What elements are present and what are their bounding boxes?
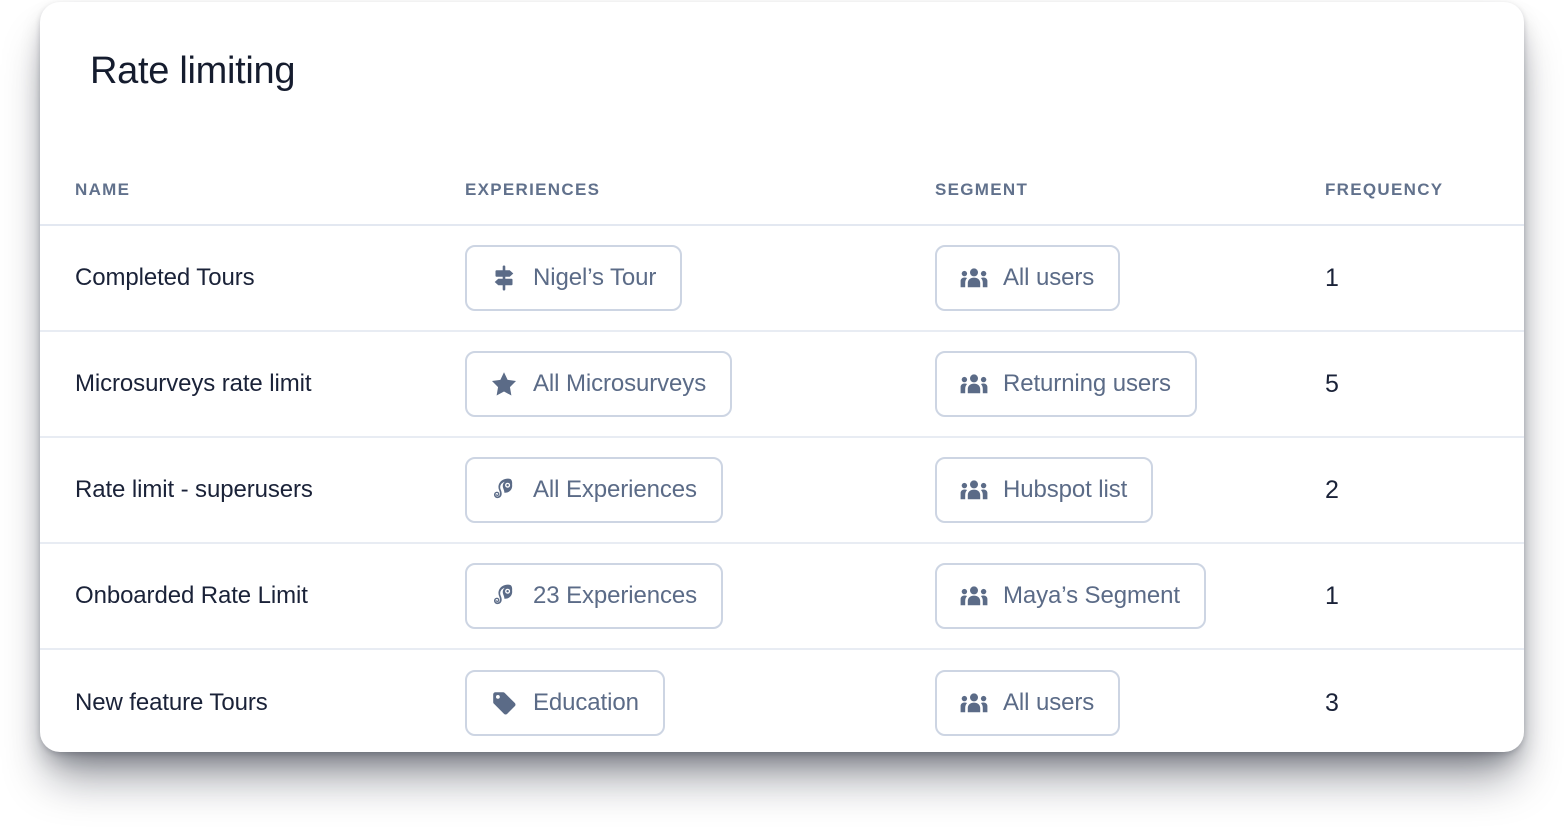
cell-segment: Hubspot list xyxy=(935,457,1325,523)
users-group-icon xyxy=(959,369,989,399)
experience-pill[interactable]: All Experiences xyxy=(465,457,723,523)
cell-experiences: All Experiences xyxy=(465,457,935,523)
cell-frequency: 1 xyxy=(1325,582,1524,611)
experience-pill[interactable]: Nigel’s Tour xyxy=(465,245,683,311)
cell-segment: All users xyxy=(935,245,1325,311)
frequency-value: 3 xyxy=(1325,688,1339,717)
segment-pill[interactable]: All users xyxy=(935,245,1121,311)
experience-pill-label: 23 Experiences xyxy=(533,582,698,609)
experience-pill[interactable]: Education xyxy=(465,670,665,736)
signpost-icon xyxy=(489,263,519,293)
experience-pill-label: Education xyxy=(533,689,639,716)
page-title: Rate limiting xyxy=(90,50,296,92)
table-row[interactable]: New feature Tours Education All users 3 xyxy=(40,650,1524,752)
cell-frequency: 3 xyxy=(1325,689,1524,718)
column-header-segment: SEGMENT xyxy=(935,180,1029,199)
users-group-icon xyxy=(959,263,989,293)
segment-pill[interactable]: Returning users xyxy=(935,351,1197,417)
column-header-experiences: EXPERIENCES xyxy=(465,180,601,199)
cell-name: Microsurveys rate limit xyxy=(75,370,465,398)
column-header-frequency: FREQUENCY xyxy=(1325,180,1444,199)
frequency-value: 1 xyxy=(1325,263,1339,292)
rule-name: Rate limit - superusers xyxy=(75,476,313,503)
segment-pill-label: Hubspot list xyxy=(1003,476,1128,503)
chameleon-icon xyxy=(489,475,519,505)
segment-pill-label: All users xyxy=(1003,264,1095,291)
rule-name: Onboarded Rate Limit xyxy=(75,582,308,609)
cell-name: New feature Tours xyxy=(75,689,465,717)
frequency-value: 2 xyxy=(1325,475,1339,504)
cell-experiences: Nigel’s Tour xyxy=(465,245,935,311)
column-header-name: NAME xyxy=(75,180,131,199)
segment-pill-label: All users xyxy=(1003,689,1095,716)
segment-pill[interactable]: Hubspot list xyxy=(935,457,1154,523)
table-row[interactable]: Microsurveys rate limit All Microsurveys R… xyxy=(40,332,1524,438)
cell-name: Rate limit - superusers xyxy=(75,476,465,504)
cell-frequency: 1 xyxy=(1325,264,1524,293)
cell-experiences: Education xyxy=(465,670,935,736)
cell-frequency: 2 xyxy=(1325,476,1524,505)
rule-name: Microsurveys rate limit xyxy=(75,370,312,397)
frequency-value: 1 xyxy=(1325,581,1339,610)
table-row[interactable]: Rate limit - superusers All Experiences Hu… xyxy=(40,438,1524,544)
experience-pill-label: All Microsurveys xyxy=(533,370,707,397)
experience-pill-label: All Experiences xyxy=(533,476,697,503)
cell-experiences: All Microsurveys xyxy=(465,351,935,417)
rate-limiting-card: Rate limiting NAME EXPERIENCES SEGMENT F… xyxy=(40,2,1524,752)
cell-segment: All users xyxy=(935,670,1325,736)
tag-icon xyxy=(489,688,519,718)
segment-pill-label: Maya’s Segment xyxy=(1003,582,1180,609)
cell-segment: Returning users xyxy=(935,351,1325,417)
cell-segment: Maya’s Segment xyxy=(935,563,1325,629)
rate-limiting-table: NAME EXPERIENCES SEGMENT FREQUENCY Compl… xyxy=(40,162,1524,752)
table-row[interactable]: Onboarded Rate Limit 23 Experiences Maya’s… xyxy=(40,544,1524,650)
cell-experiences: 23 Experiences xyxy=(465,563,935,629)
table-body: Completed Tours Nigel’s Tour All users 1 Mic… xyxy=(40,226,1524,752)
star-icon xyxy=(489,369,519,399)
users-group-icon xyxy=(959,475,989,505)
rule-name: Completed Tours xyxy=(75,264,255,291)
experience-pill-label: Nigel’s Tour xyxy=(533,264,657,291)
segment-pill[interactable]: All users xyxy=(935,670,1121,736)
experience-pill[interactable]: All Microsurveys xyxy=(465,351,733,417)
segment-pill[interactable]: Maya’s Segment xyxy=(935,563,1206,629)
chameleon-icon xyxy=(489,581,519,611)
cell-name: Completed Tours xyxy=(75,264,465,292)
frequency-value: 5 xyxy=(1325,369,1339,398)
screenshot-stage: Rate limiting NAME EXPERIENCES SEGMENT F… xyxy=(0,0,1564,838)
experience-pill[interactable]: 23 Experiences xyxy=(465,563,724,629)
table-header-row: NAME EXPERIENCES SEGMENT FREQUENCY xyxy=(40,162,1524,226)
cell-frequency: 5 xyxy=(1325,370,1524,399)
users-group-icon xyxy=(959,581,989,611)
rule-name: New feature Tours xyxy=(75,689,268,716)
segment-pill-label: Returning users xyxy=(1003,370,1171,397)
cell-name: Onboarded Rate Limit xyxy=(75,582,465,610)
users-group-icon xyxy=(959,688,989,718)
table-row[interactable]: Completed Tours Nigel’s Tour All users 1 xyxy=(40,226,1524,332)
